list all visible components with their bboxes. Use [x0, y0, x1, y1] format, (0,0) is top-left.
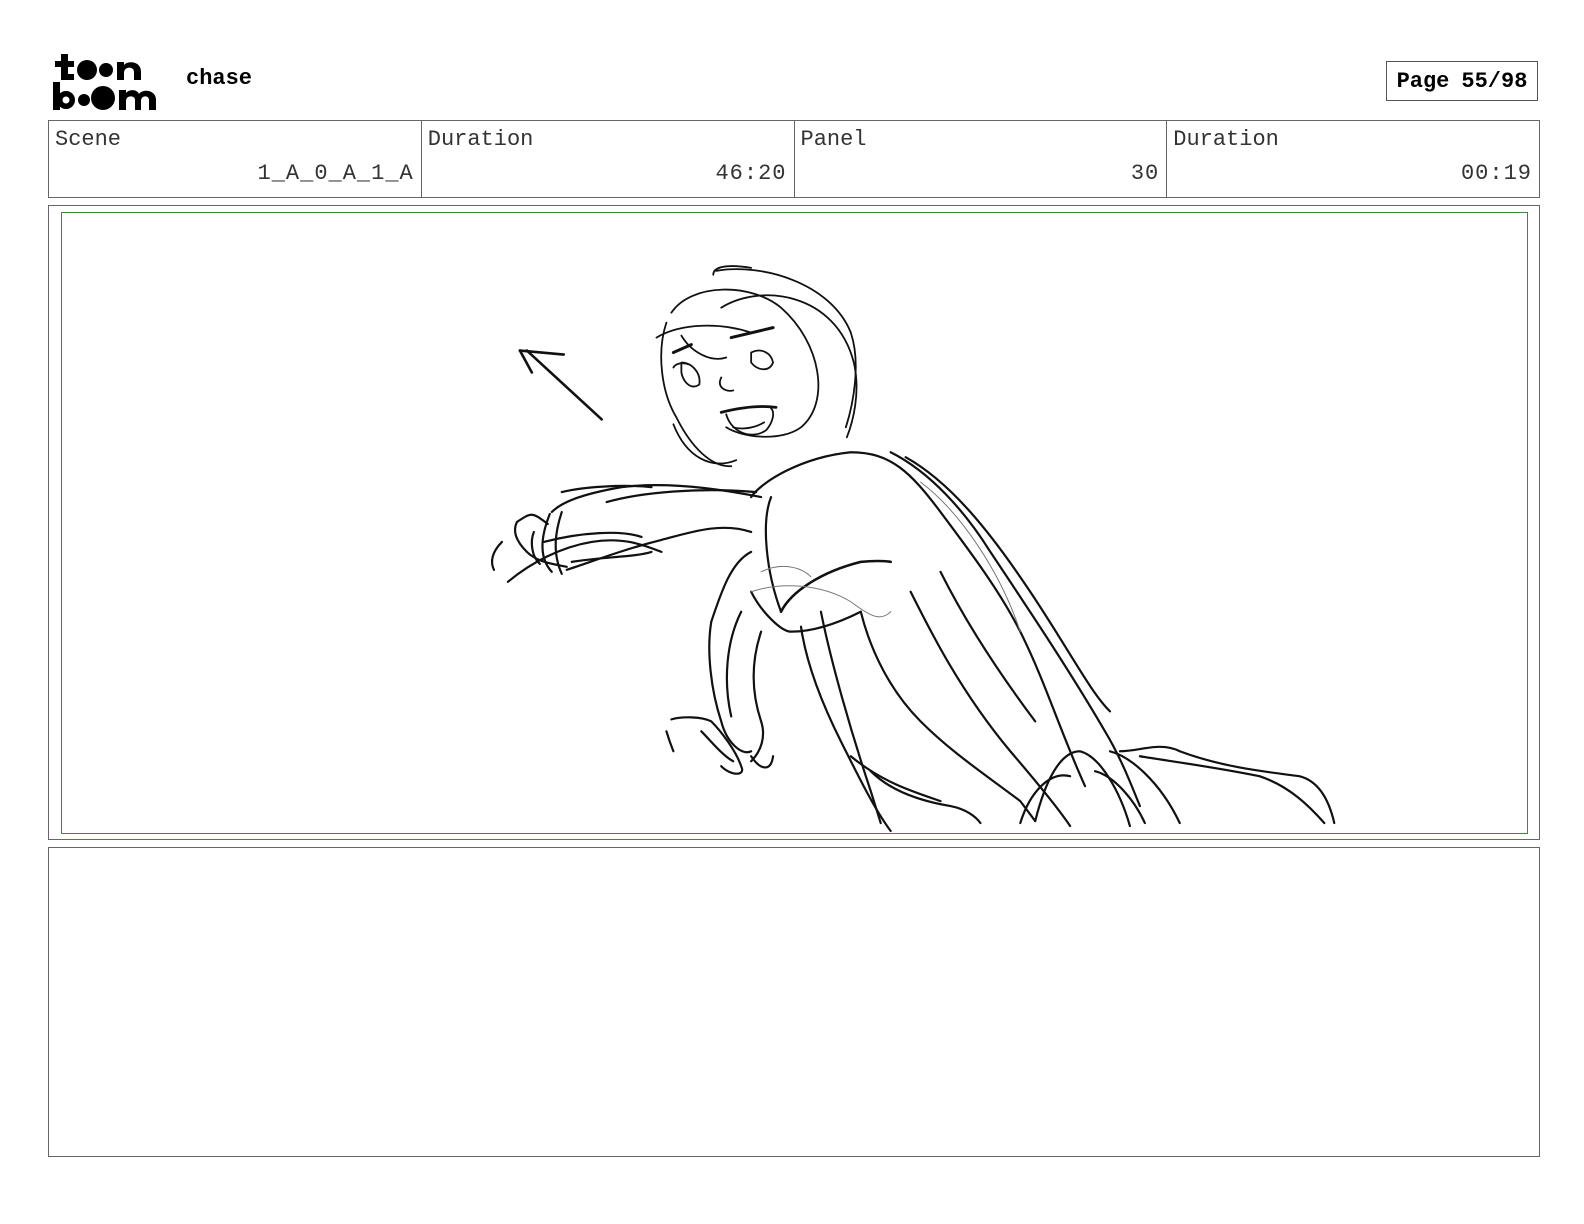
panel-label: Panel [800, 127, 867, 152]
scene-duration-label: Duration [427, 127, 534, 152]
scene-duration-cell: Duration 46:20 [422, 121, 795, 197]
toon-boom-logo [53, 54, 156, 110]
page-label: Page [1396, 68, 1450, 94]
panel-value: 30 [1130, 161, 1160, 186]
scene-duration-value: 46:20 [715, 161, 787, 186]
project-title: chase [186, 66, 253, 91]
panel-duration-label: Duration [1173, 127, 1279, 152]
motion-arrow-icon [518, 349, 603, 421]
page-value: 55/98 [1461, 68, 1528, 94]
scene-cell: Scene 1_A_0_A_1_A [49, 121, 422, 197]
page-indicator: Page 55/98 [1386, 61, 1538, 101]
panel-duration-cell: Duration 00:19 [1167, 121, 1539, 197]
camera-safe-area [61, 212, 1528, 834]
panel-duration-value: 00:19 [1460, 161, 1532, 186]
scene-label: Scene [55, 127, 122, 152]
scene-value: 1_A_0_A_1_A [257, 161, 414, 186]
panel-notes-area[interactable] [48, 847, 1540, 1157]
panel-info-row: Scene 1_A_0_A_1_A Duration 46:20 Panel 3… [48, 120, 1540, 198]
panel-cell: Panel 30 [795, 121, 1168, 197]
storyboard-sketch [491, 265, 1336, 833]
